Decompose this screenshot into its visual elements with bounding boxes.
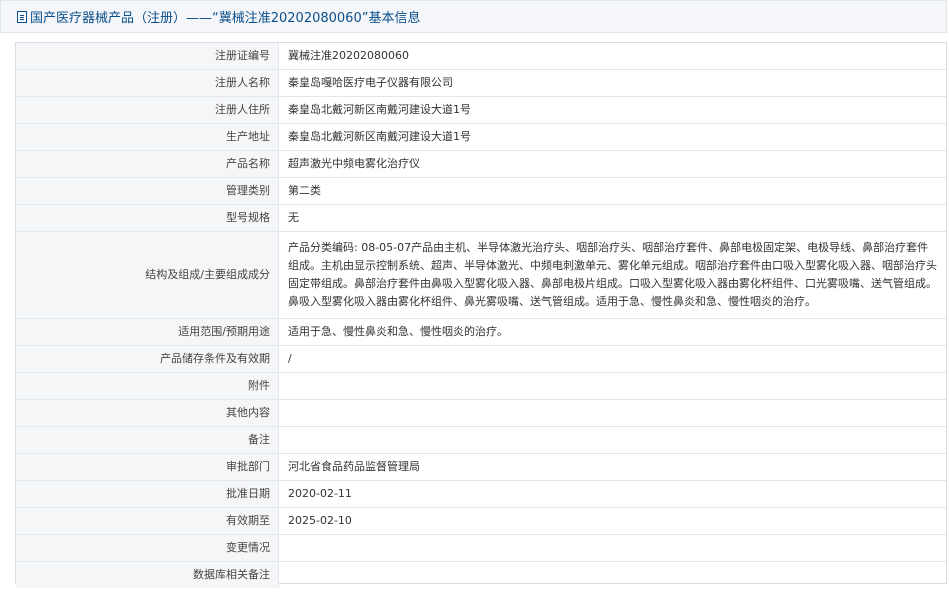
table-row: 数据库相关备注 (16, 561, 947, 589)
field-value: 2025-02-10 (278, 507, 946, 535)
field-label: 产品储存条件及有效期 (16, 345, 279, 373)
table-row: 备注 (16, 426, 946, 454)
field-value: 河北省食品药品监督管理局 (278, 453, 946, 481)
table-row: 结构及组成/主要组成成分 产品分类编码: 08-05-07产品由主机、半导体激光… (16, 231, 946, 319)
field-value (279, 562, 947, 589)
field-label: 数据库相关备注 (16, 561, 279, 588)
field-value (278, 534, 946, 562)
table-row: 管理类别 第二类 (16, 177, 946, 205)
field-value: 冀械注准20202080060 (278, 43, 946, 70)
field-value: 2020-02-11 (278, 480, 946, 508)
table-row: 批准日期 2020-02-11 (16, 480, 946, 508)
document-icon (17, 10, 27, 23)
field-label: 审批部门 (16, 453, 279, 481)
field-label: 变更情况 (16, 534, 279, 562)
page-title: 国产医疗器械产品（注册）——“冀械注准20202080060”基本信息 (30, 11, 421, 26)
field-label: 有效期至 (16, 507, 279, 535)
field-value: 适用于急、慢性鼻炎和急、慢性咽炎的治疗。 (278, 318, 946, 346)
table-row: 其他内容 (16, 399, 946, 427)
table-row: 附件 (16, 372, 946, 400)
field-label: 生产地址 (16, 123, 279, 151)
page-header: 国产医疗器械产品（注册）——“冀械注准20202080060”基本信息 (0, 0, 947, 33)
field-label: 管理类别 (16, 177, 279, 205)
table-row: 注册人住所 秦皇岛北戴河新区南戴河建设大道1号 (16, 96, 946, 124)
field-label: 其他内容 (16, 399, 279, 427)
field-value: 第二类 (278, 177, 946, 205)
table-row: 适用范围/预期用途 适用于急、慢性鼻炎和急、慢性咽炎的治疗。 (16, 318, 946, 346)
field-label: 结构及组成/主要组成成分 (16, 231, 279, 319)
table-row: 有效期至 2025-02-10 (16, 507, 946, 535)
table-row: 审批部门 河北省食品药品监督管理局 (16, 453, 946, 481)
field-label: 附件 (16, 372, 279, 400)
field-value: 无 (278, 204, 946, 232)
field-value (278, 426, 946, 454)
table-row: 生产地址 秦皇岛北戴河新区南戴河建设大道1号 (16, 123, 946, 151)
field-label: 备注 (16, 426, 279, 454)
field-label: 产品名称 (16, 150, 279, 178)
table-row: 产品名称 超声激光中频电雾化治疗仪 (16, 150, 946, 178)
field-label: 注册证编号 (16, 43, 279, 70)
field-value: 超声激光中频电雾化治疗仪 (278, 150, 946, 178)
field-label: 适用范围/预期用途 (16, 318, 279, 346)
field-value: 秦皇岛嘎哈医疗电子仪器有限公司 (278, 69, 946, 97)
field-value: 秦皇岛北戴河新区南戴河建设大道1号 (278, 123, 946, 151)
field-value: 秦皇岛北戴河新区南戴河建设大道1号 (278, 96, 946, 124)
field-label: 型号规格 (16, 204, 279, 232)
table-row: 产品储存条件及有效期 / (16, 345, 946, 373)
info-panel: 注册证编号 冀械注准20202080060 注册人名称 秦皇岛嘎哈医疗电子仪器有… (15, 42, 947, 588)
field-label: 批准日期 (16, 480, 279, 508)
table-row: 变更情况 (16, 534, 946, 562)
field-label: 注册人住所 (16, 96, 279, 124)
info-table: 注册证编号 冀械注准20202080060 注册人名称 秦皇岛嘎哈医疗电子仪器有… (16, 43, 946, 588)
field-value (278, 399, 946, 427)
table-row: 注册证编号 冀械注准20202080060 (16, 43, 946, 70)
field-label: 注册人名称 (16, 69, 279, 97)
table-row: 型号规格 无 (16, 204, 946, 232)
field-value: 产品分类编码: 08-05-07产品由主机、半导体激光治疗头、咽部治疗头、咽部治… (278, 231, 946, 319)
field-value: / (278, 345, 946, 373)
field-value (278, 372, 946, 400)
table-row: 注册人名称 秦皇岛嘎哈医疗电子仪器有限公司 (16, 69, 946, 97)
